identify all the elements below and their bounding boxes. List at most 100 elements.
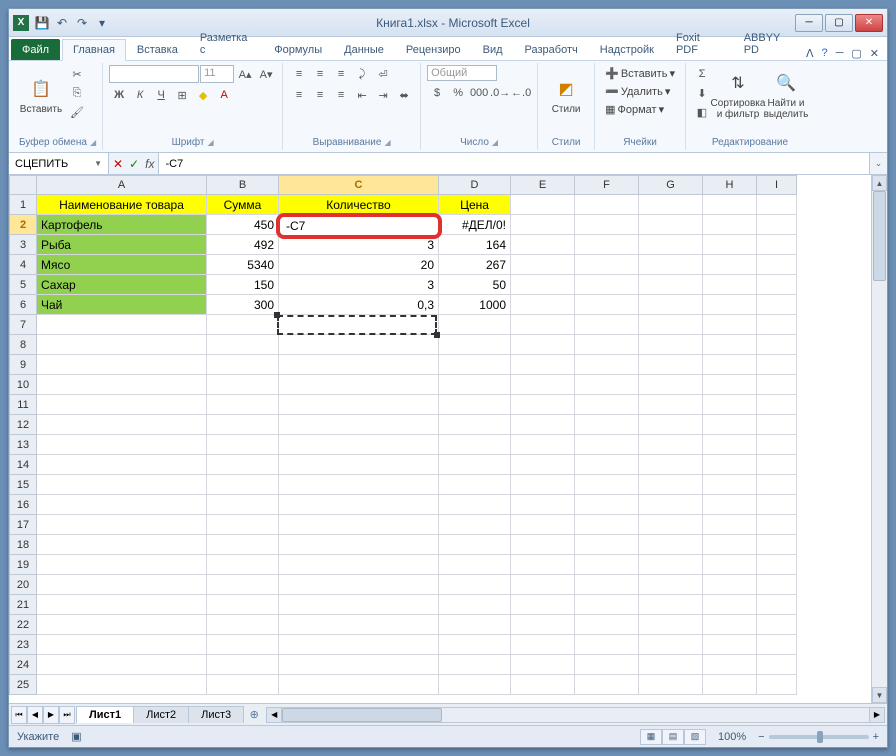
fx-icon[interactable]: fx bbox=[145, 157, 154, 171]
cell[interactable] bbox=[207, 355, 279, 375]
select-all-corner[interactable] bbox=[9, 175, 37, 195]
cell[interactable] bbox=[575, 415, 639, 435]
cell[interactable] bbox=[703, 335, 757, 355]
grow-font-icon[interactable]: A▴ bbox=[235, 65, 255, 83]
shrink-font-icon[interactable]: A▾ bbox=[256, 65, 276, 83]
vertical-scrollbar[interactable]: ▲ ▼ bbox=[871, 175, 887, 703]
cell[interactable] bbox=[439, 315, 511, 335]
tab-review[interactable]: Рецензиро bbox=[395, 39, 472, 60]
cell[interactable] bbox=[575, 395, 639, 415]
cell[interactable] bbox=[511, 675, 575, 695]
cell[interactable] bbox=[703, 595, 757, 615]
cell[interactable] bbox=[639, 475, 703, 495]
cell[interactable] bbox=[757, 675, 797, 695]
cell[interactable] bbox=[37, 475, 207, 495]
cell[interactable] bbox=[511, 335, 575, 355]
cell[interactable] bbox=[511, 515, 575, 535]
cell[interactable] bbox=[439, 655, 511, 675]
sheet-tab[interactable]: Лист1 bbox=[76, 706, 134, 723]
cell[interactable] bbox=[757, 215, 797, 235]
cell[interactable] bbox=[575, 235, 639, 255]
column-header[interactable]: G bbox=[639, 175, 703, 195]
cell[interactable]: 267 bbox=[439, 255, 511, 275]
cell[interactable] bbox=[639, 675, 703, 695]
tab-formulas[interactable]: Формулы bbox=[263, 39, 333, 60]
cell[interactable] bbox=[207, 455, 279, 475]
cell[interactable]: 164 bbox=[439, 235, 511, 255]
cell[interactable] bbox=[575, 455, 639, 475]
cell[interactable]: 5340 bbox=[207, 255, 279, 275]
cell[interactable] bbox=[511, 555, 575, 575]
undo-icon[interactable]: ↶ bbox=[53, 14, 71, 32]
cell[interactable] bbox=[639, 535, 703, 555]
cell[interactable]: Чай bbox=[37, 295, 207, 315]
cell[interactable] bbox=[439, 355, 511, 375]
cell[interactable] bbox=[439, 495, 511, 515]
cell[interactable]: 1000 bbox=[439, 295, 511, 315]
cell[interactable] bbox=[37, 555, 207, 575]
cell[interactable]: Сахар bbox=[37, 275, 207, 295]
cell[interactable] bbox=[575, 375, 639, 395]
cell[interactable] bbox=[511, 435, 575, 455]
cell[interactable] bbox=[439, 395, 511, 415]
cell[interactable] bbox=[37, 675, 207, 695]
cell[interactable]: #ДЕЛ/0! bbox=[439, 215, 511, 235]
cell[interactable] bbox=[757, 575, 797, 595]
cell[interactable] bbox=[279, 635, 439, 655]
cell[interactable] bbox=[703, 435, 757, 455]
cell[interactable] bbox=[37, 635, 207, 655]
cell[interactable] bbox=[511, 195, 575, 215]
bold-icon[interactable]: Ж bbox=[109, 86, 129, 104]
cell[interactable] bbox=[511, 475, 575, 495]
increase-indent-icon[interactable]: ⇥ bbox=[373, 86, 393, 104]
cell[interactable] bbox=[639, 555, 703, 575]
cell[interactable] bbox=[279, 675, 439, 695]
cell[interactable] bbox=[511, 315, 575, 335]
underline-icon[interactable]: Ч bbox=[151, 86, 171, 104]
cell[interactable] bbox=[439, 415, 511, 435]
row-header[interactable]: 4 bbox=[9, 255, 37, 275]
cell[interactable] bbox=[207, 435, 279, 455]
cell[interactable] bbox=[279, 395, 439, 415]
align-bottom-icon[interactable]: ≡ bbox=[331, 65, 351, 83]
cell[interactable] bbox=[757, 255, 797, 275]
cell[interactable] bbox=[757, 595, 797, 615]
cell[interactable] bbox=[703, 535, 757, 555]
first-sheet-icon[interactable]: ⏮ bbox=[11, 706, 27, 724]
cell[interactable]: 0,3 bbox=[279, 295, 439, 315]
cell[interactable] bbox=[575, 315, 639, 335]
row-header[interactable]: 24 bbox=[9, 655, 37, 675]
last-sheet-icon[interactable]: ⏭ bbox=[59, 706, 75, 724]
cell[interactable] bbox=[757, 275, 797, 295]
cell[interactable] bbox=[703, 275, 757, 295]
cell[interactable] bbox=[439, 575, 511, 595]
cell[interactable] bbox=[757, 375, 797, 395]
minimize-ribbon-icon[interactable]: ᐱ bbox=[806, 47, 814, 60]
fill-icon[interactable]: ⬇ bbox=[692, 84, 712, 102]
column-header[interactable]: A bbox=[37, 175, 207, 195]
cell[interactable] bbox=[439, 335, 511, 355]
cell[interactable] bbox=[511, 215, 575, 235]
delete-cells-button[interactable]: ➖Удалить ▾ bbox=[601, 83, 674, 100]
cell[interactable] bbox=[703, 215, 757, 235]
cell[interactable] bbox=[279, 375, 439, 395]
border-icon[interactable]: ⊞ bbox=[172, 86, 192, 104]
zoom-slider[interactable] bbox=[769, 735, 869, 739]
cell[interactable] bbox=[757, 635, 797, 655]
cell[interactable] bbox=[703, 635, 757, 655]
namebox-dropdown-icon[interactable]: ▼ bbox=[94, 159, 102, 168]
column-header[interactable]: C bbox=[279, 175, 439, 195]
sort-filter-button[interactable]: ⇅ Сортировка и фильтр bbox=[716, 65, 760, 127]
cell[interactable] bbox=[703, 575, 757, 595]
cell[interactable] bbox=[575, 215, 639, 235]
cell[interactable] bbox=[757, 655, 797, 675]
cell[interactable] bbox=[575, 435, 639, 455]
format-painter-icon[interactable]: 🖌 bbox=[67, 103, 87, 121]
cell[interactable] bbox=[757, 355, 797, 375]
tab-data[interactable]: Данные bbox=[333, 39, 395, 60]
cell[interactable] bbox=[439, 635, 511, 655]
horizontal-scrollbar[interactable]: ◀ ▶ bbox=[266, 707, 885, 723]
cell[interactable] bbox=[511, 235, 575, 255]
cell[interactable] bbox=[279, 415, 439, 435]
name-box[interactable]: СЦЕПИТЬ▼ bbox=[9, 153, 109, 174]
